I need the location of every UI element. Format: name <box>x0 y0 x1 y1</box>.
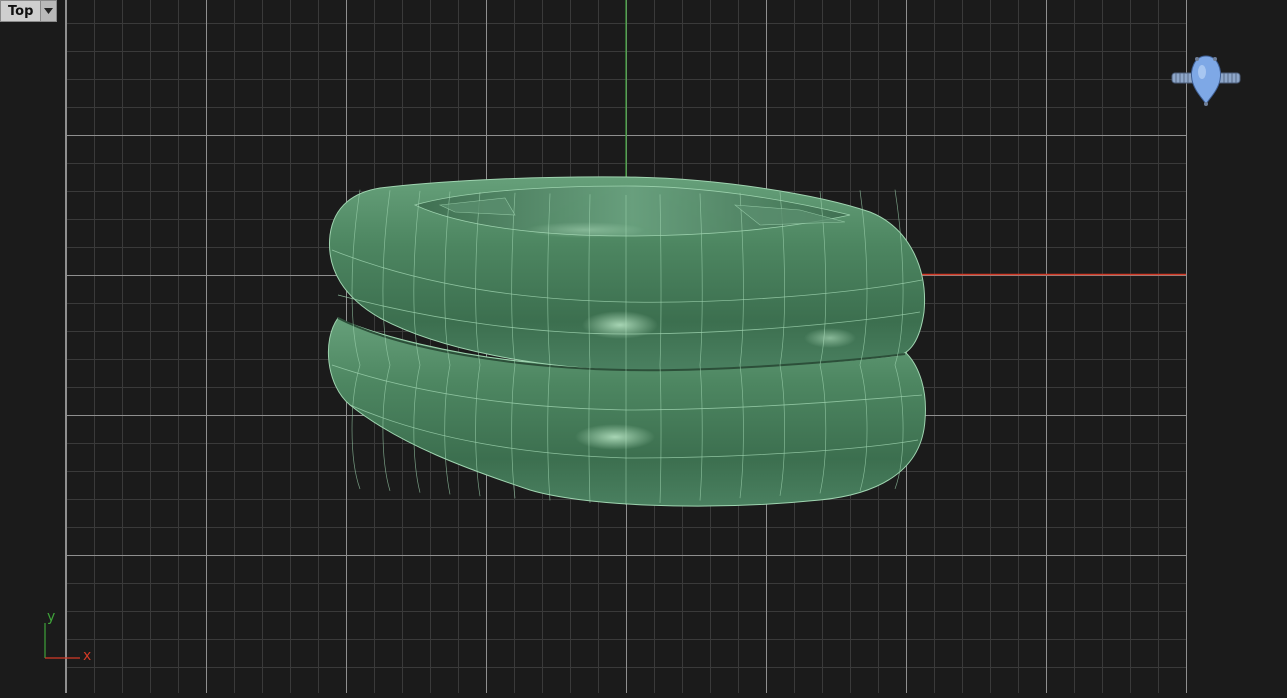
axes-indicator-x-label: x <box>83 648 91 664</box>
viewport-canvas[interactable]: y x <box>0 0 1287 693</box>
ring-highlight <box>804 328 856 348</box>
ring-highlight <box>575 424 655 450</box>
chevron-down-icon <box>44 8 54 14</box>
ring-gizmo-icon[interactable] <box>1171 55 1241 106</box>
ring-highlight <box>582 311 658 339</box>
top-viewport[interactable]: y x Top <box>0 0 1287 693</box>
viewport-title-tab[interactable]: Top <box>0 0 58 22</box>
axes-indicator-y-label: y <box>47 609 55 625</box>
viewport-menu-button[interactable] <box>40 1 57 21</box>
axes-indicator: y x <box>44 609 91 664</box>
ring-model[interactable] <box>327 176 926 507</box>
viewport-title[interactable]: Top <box>1 1 40 21</box>
ring-highlight <box>525 222 645 238</box>
